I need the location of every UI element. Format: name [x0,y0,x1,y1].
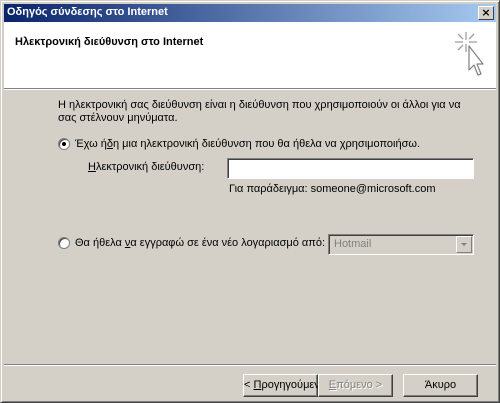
cancel-button[interactable]: Άκυρο [403,374,478,397]
wizard-cursor-icon [455,32,484,76]
header-separator [4,88,496,90]
close-button[interactable]: × [478,6,494,20]
new-account-radio[interactable] [58,237,70,249]
existing-address-radio[interactable] [58,138,70,150]
existing-address-label[interactable]: Έχω ήδη μια ηλεκτρονική διεύθυνση που θα… [75,138,420,150]
wizard-window: Οδηγός σύνδεσης στο Internet × Ηλεκτρονι… [0,0,500,403]
wizard-header: Ηλεκτρονική διεύθυνση στο Internet [4,22,496,88]
back-button[interactable]: < Προγηγούμενο [243,374,326,397]
close-icon: × [481,6,491,19]
provider-select-value: Hotmail [334,238,372,250]
provider-select[interactable]: Hotmail [328,234,474,255]
next-button[interactable]: Επόμενο > [318,374,393,397]
new-account-label[interactable]: Θα ήθελα να εγγραφώ σε ένα νέο λογαριασμ… [75,237,325,249]
intro-line-1: Η ηλεκτρονική σας διεύθυνση είναι η διεύ… [58,99,461,111]
intro-line-2: σας στέλνουν μηνύματα. [58,112,178,124]
page-title: Ηλεκτρονική διεύθυνση στο Internet [15,36,204,48]
footer-separator [4,364,496,366]
title-bar[interactable]: Οδηγός σύνδεσης στο Internet × [4,4,496,22]
email-label: Ηλεκτρονική διεύθυνση: [88,161,205,173]
chevron-down-icon[interactable] [456,236,472,253]
window-title: Οδηγός σύνδεσης στο Internet [7,6,168,18]
email-field[interactable] [227,158,474,179]
email-example-text: Για παράδειγμα: someone@microsoft.com [229,183,436,195]
intro-text: Η ηλεκτρονική σας διεύθυνση είναι η διεύ… [58,99,478,125]
